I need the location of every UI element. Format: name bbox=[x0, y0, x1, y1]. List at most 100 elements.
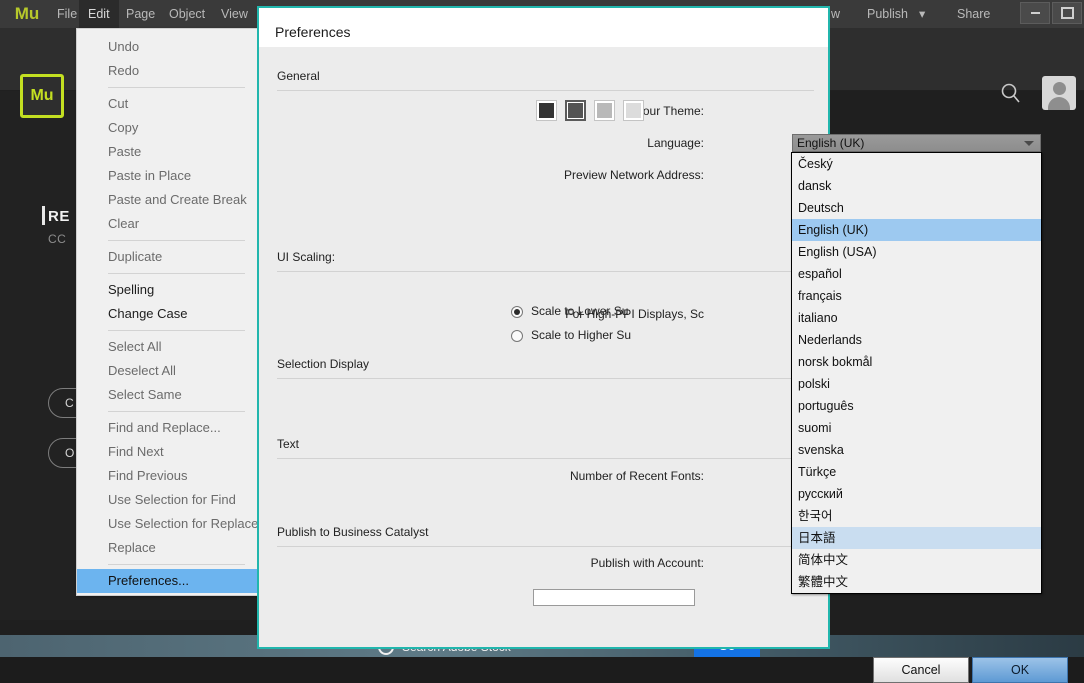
cancel-button[interactable]: Cancel bbox=[873, 657, 969, 683]
menu-item-use-selection-for-find[interactable]: Use Selection for Find bbox=[77, 488, 259, 512]
section-general: General bbox=[277, 69, 320, 83]
edit-menu-dropdown[interactable]: Undo Redo Cut Copy Paste Paste in Place … bbox=[76, 28, 260, 596]
section-selection-display: Selection Display bbox=[277, 357, 370, 371]
welcome-accent-bar bbox=[42, 206, 45, 225]
list-item[interactable]: 简体中文 bbox=[792, 549, 1041, 571]
menu-page[interactable]: Page bbox=[117, 0, 164, 28]
label-recent-fonts: Number of Recent Fonts: bbox=[569, 469, 704, 483]
menu-item-cut[interactable]: Cut bbox=[77, 92, 259, 116]
menu-item-duplicate[interactable]: Duplicate bbox=[77, 245, 259, 269]
menu-edit[interactable]: Edit bbox=[79, 0, 119, 28]
list-item[interactable]: suomi bbox=[792, 417, 1041, 439]
preferences-body: General Colour Theme: Language: Preview … bbox=[259, 47, 1068, 683]
menu-item-find-next[interactable]: Find Next bbox=[77, 440, 259, 464]
radio-scale-higher[interactable] bbox=[511, 330, 523, 342]
minimize-button[interactable] bbox=[1020, 2, 1050, 24]
application-window: RE CC C O Search Adobe Stock Go Mu Mu Fi… bbox=[0, 0, 1084, 683]
publish-account-field[interactable] bbox=[533, 589, 695, 606]
divider bbox=[277, 271, 814, 272]
menu-item-undo[interactable]: Undo bbox=[77, 35, 259, 59]
menu-item-preferences[interactable]: Preferences... bbox=[77, 569, 259, 593]
list-item-hovered[interactable]: 日本語 bbox=[792, 527, 1041, 549]
menu-share[interactable]: Share bbox=[948, 0, 999, 28]
list-item[interactable]: dansk bbox=[792, 175, 1041, 197]
minimize-icon bbox=[1030, 12, 1040, 14]
divider bbox=[277, 378, 814, 379]
welcome-title: RE bbox=[48, 208, 70, 225]
chevron-down-icon[interactable]: ▾ bbox=[915, 0, 929, 28]
menu-view[interactable]: View bbox=[212, 0, 257, 28]
list-item[interactable]: Türkçe bbox=[792, 461, 1041, 483]
list-item[interactable]: 繁體中文 bbox=[792, 571, 1041, 593]
chevron-down-icon bbox=[1024, 141, 1034, 146]
menu-item-replace[interactable]: Replace bbox=[77, 536, 259, 560]
menu-separator bbox=[108, 330, 245, 331]
menu-separator bbox=[108, 411, 245, 412]
list-item[interactable]: español bbox=[792, 263, 1041, 285]
colour-theme-swatch-4[interactable] bbox=[623, 100, 644, 121]
menu-item-find-previous[interactable]: Find Previous bbox=[77, 464, 259, 488]
menu-object[interactable]: Object bbox=[160, 0, 214, 28]
menu-item-clear[interactable]: Clear bbox=[77, 212, 259, 236]
menu-item-paste-and-create-break[interactable]: Paste and Create Break bbox=[77, 188, 259, 212]
menu-item-find-and-replace[interactable]: Find and Replace... bbox=[77, 416, 259, 440]
list-item[interactable]: português bbox=[792, 395, 1041, 417]
colour-theme-swatch-1[interactable] bbox=[536, 100, 557, 121]
language-select[interactable]: English (UK) bbox=[792, 134, 1041, 152]
colour-theme-swatch-2-selected[interactable] bbox=[565, 100, 586, 121]
list-item[interactable]: русский bbox=[792, 483, 1041, 505]
menu-publish[interactable]: Publish bbox=[858, 0, 917, 28]
divider bbox=[277, 546, 814, 547]
avatar[interactable] bbox=[1042, 76, 1076, 110]
list-item[interactable]: polski bbox=[792, 373, 1041, 395]
list-item[interactable]: 한국어 bbox=[792, 505, 1041, 527]
menu-item-change-case[interactable]: Change Case bbox=[77, 302, 259, 326]
language-options-list[interactable]: Český dansk Deutsch English (UK) English… bbox=[791, 152, 1042, 594]
list-item[interactable]: Český bbox=[792, 153, 1041, 175]
welcome-subtitle: CC bbox=[48, 232, 67, 246]
menu-item-deselect-all[interactable]: Deselect All bbox=[77, 359, 259, 383]
section-ui-scaling: UI Scaling: bbox=[277, 250, 336, 264]
colour-theme-swatch-3[interactable] bbox=[594, 100, 615, 121]
menu-item-paste[interactable]: Paste bbox=[77, 140, 259, 164]
preferences-dialog: Preferences General Colour Theme: Langua… bbox=[257, 6, 1068, 683]
menu-item-select-same[interactable]: Select Same bbox=[77, 383, 259, 407]
list-item-selected[interactable]: English (UK) bbox=[792, 219, 1041, 241]
menu-item-select-all[interactable]: Select All bbox=[77, 335, 259, 359]
menu-separator bbox=[108, 87, 245, 88]
menu-item-use-selection-for-replace[interactable]: Use Selection for Replace bbox=[77, 512, 259, 536]
list-item[interactable]: svenska bbox=[792, 439, 1041, 461]
section-publish-business-catalyst: Publish to Business Catalyst bbox=[277, 525, 429, 539]
list-item[interactable]: English (USA) bbox=[792, 241, 1041, 263]
ok-button[interactable]: OK bbox=[972, 657, 1068, 683]
radio-label-scale-higher: Scale to Higher Su bbox=[531, 328, 632, 342]
window-controls bbox=[1020, 2, 1082, 24]
menu-item-paste-in-place[interactable]: Paste in Place bbox=[77, 164, 259, 188]
radio-dot-icon bbox=[514, 309, 520, 315]
menu-separator bbox=[108, 273, 245, 274]
list-item[interactable]: français bbox=[792, 285, 1041, 307]
menu-separator bbox=[108, 564, 245, 565]
label-language: Language: bbox=[647, 136, 704, 150]
radio-label-scale-lower: Scale to Lower Su bbox=[531, 304, 629, 318]
divider bbox=[277, 90, 814, 91]
muse-logo: Mu bbox=[20, 74, 64, 118]
list-item[interactable]: italiano bbox=[792, 307, 1041, 329]
divider bbox=[277, 458, 814, 459]
section-text: Text bbox=[277, 437, 300, 451]
list-item[interactable]: Nederlands bbox=[792, 329, 1041, 351]
menu-item-spelling[interactable]: Spelling bbox=[77, 278, 259, 302]
avatar-body-icon bbox=[1048, 97, 1070, 110]
maximize-button[interactable] bbox=[1052, 2, 1082, 24]
maximize-icon bbox=[1060, 7, 1074, 19]
mu-wordmark: Mu bbox=[14, 4, 40, 23]
preferences-titlebar: Preferences bbox=[259, 8, 828, 47]
page-title: Preferences bbox=[275, 24, 351, 40]
menu-separator bbox=[108, 240, 245, 241]
menu-item-redo[interactable]: Redo bbox=[77, 59, 259, 83]
radio-scale-lower[interactable] bbox=[511, 306, 523, 318]
list-item[interactable]: norsk bokmål bbox=[792, 351, 1041, 373]
search-icon[interactable] bbox=[998, 80, 1024, 106]
menu-item-copy[interactable]: Copy bbox=[77, 116, 259, 140]
list-item[interactable]: Deutsch bbox=[792, 197, 1041, 219]
